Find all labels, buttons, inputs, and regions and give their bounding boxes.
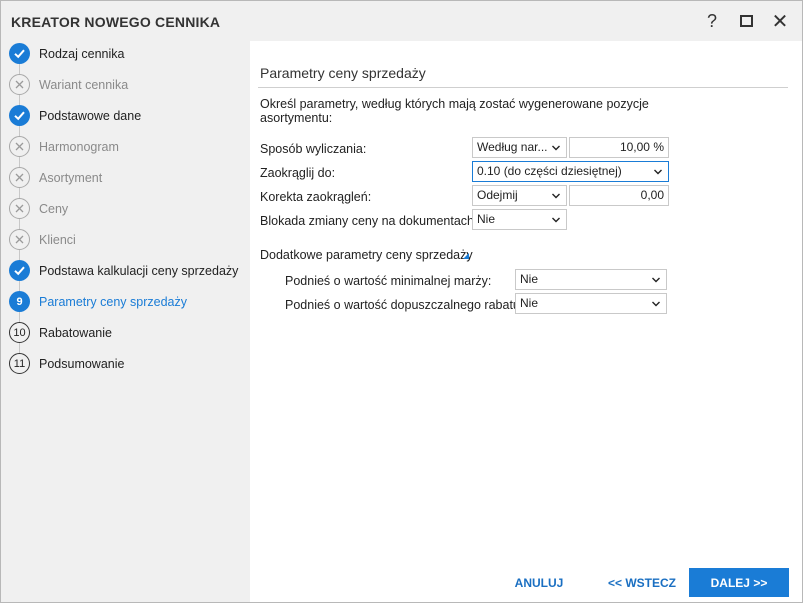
maximize-icon [739,15,753,27]
rounding-correction-input[interactable]: 0,00 [569,185,669,206]
close-button[interactable]: ✕ [769,10,791,33]
step-number-badge: 10 [9,322,30,343]
step-number-badge: 11 [9,353,30,374]
skipped-x-icon [9,167,30,188]
calc-method-percent-input[interactable]: 10,00 % [569,137,669,158]
min-margin-value: Nie [520,272,539,286]
step-label: Klienci [39,232,76,247]
step-klienci[interactable]: Klienci [1,224,250,255]
maximize-button[interactable] [735,10,757,32]
step-number-badge: 9 [9,291,30,312]
allowed-discount-label: Podnieś o wartość dopuszczalnego rabatu: [285,298,524,312]
step-label: Podsumowanie [39,356,125,371]
min-margin-label: Podnieś o wartość minimalnej marży: [285,274,492,288]
allowed-discount-select[interactable]: Nie [515,293,667,314]
step-asortyment[interactable]: Asortyment [1,162,250,193]
wizard-footer: ANULUJ << WSTECZ DALEJ >> [250,562,802,602]
chevron-down-icon [552,145,560,151]
main-panel: Parametry ceny sprzedaży Określ parametr… [250,41,802,562]
calc-method-select[interactable]: Według nar... [472,137,567,158]
rounding-label: Zaokrąglij do: [260,166,336,180]
skipped-x-icon [9,136,30,157]
chevron-down-icon [552,217,560,223]
calc-method-label: Sposób wyliczania: [260,142,367,156]
step-harmonogram[interactable]: Harmonogram [1,131,250,162]
rounding-correction-select[interactable]: Odejmij [472,185,567,206]
step-label: Rabatowanie [39,325,112,340]
section-description: Określ parametry, według których mają zo… [260,97,649,125]
price-lock-select[interactable]: Nie [472,209,567,230]
step-label: Parametry ceny sprzedaży [39,294,187,309]
price-lock-label: Blokada zmiany ceny na dokumentach: [260,214,478,228]
checkmark-icon [9,43,30,64]
step-rodzaj-cennika[interactable]: Rodzaj cennika [1,38,250,69]
rounding-value: 0.10 (do części dziesiętnej) [477,164,622,178]
skipped-x-icon [9,229,30,250]
step-label: Podstawowe dane [39,108,142,123]
step-label: Wariant cennika [39,77,129,92]
rounding-correction-value: Odejmij [477,188,518,202]
wizard-window: KREATOR NOWEGO CENNIKA ? ✕ Rodzaj cennik… [0,0,803,603]
rounding-select[interactable]: 0.10 (do części dziesiętnej) [472,161,669,182]
step-ceny[interactable]: Ceny [1,193,250,224]
min-margin-select[interactable]: Nie [515,269,667,290]
step-label: Podstawa kalkulacji ceny sprzedaży [39,263,239,278]
step-label: Harmonogram [39,139,119,154]
step-podsumowanie[interactable]: 11 Podsumowanie [1,348,250,379]
rounding-correction-label: Korekta zaokrągleń: [260,190,372,204]
window-title: KREATOR NOWEGO CENNIKA [11,14,221,30]
chevron-down-icon [654,169,662,175]
step-parametry-ceny[interactable]: 9 Parametry ceny sprzedaży [1,286,250,317]
collapse-triangle-icon[interactable] [463,253,469,259]
help-button[interactable]: ? [701,10,723,32]
back-button[interactable]: << WSTECZ [602,568,682,597]
step-podstawowe-dane[interactable]: Podstawowe dane [1,100,250,131]
chevron-down-icon [652,277,660,283]
step-label: Rodzaj cennika [39,46,125,61]
section-divider [258,87,788,88]
step-label: Ceny [39,201,69,216]
checkmark-icon [9,260,30,281]
skipped-x-icon [9,74,30,95]
allowed-discount-value: Nie [520,296,539,310]
title-bar: KREATOR NOWEGO CENNIKA ? ✕ [1,1,802,41]
checkmark-icon [9,105,30,126]
step-wariant-cennika[interactable]: Wariant cennika [1,69,250,100]
step-podstawa-kalkulacji[interactable]: Podstawa kalkulacji ceny sprzedaży [1,255,250,286]
next-button[interactable]: DALEJ >> [689,568,789,597]
step-rabatowanie[interactable]: 10 Rabatowanie [1,317,250,348]
calc-method-value: Według nar... [477,140,548,154]
step-label: Asortyment [39,170,103,185]
cancel-button[interactable]: ANULUJ [508,568,570,597]
skipped-x-icon [9,198,30,219]
chevron-down-icon [652,301,660,307]
chevron-down-icon [552,193,560,199]
section-title: Parametry ceny sprzedaży [260,65,426,81]
wizard-steps-sidebar: Rodzaj cennika Wariant cennika Podstawow… [1,41,250,602]
price-lock-value: Nie [477,212,496,226]
additional-params-header: Dodatkowe parametry ceny sprzedaży [260,248,473,262]
